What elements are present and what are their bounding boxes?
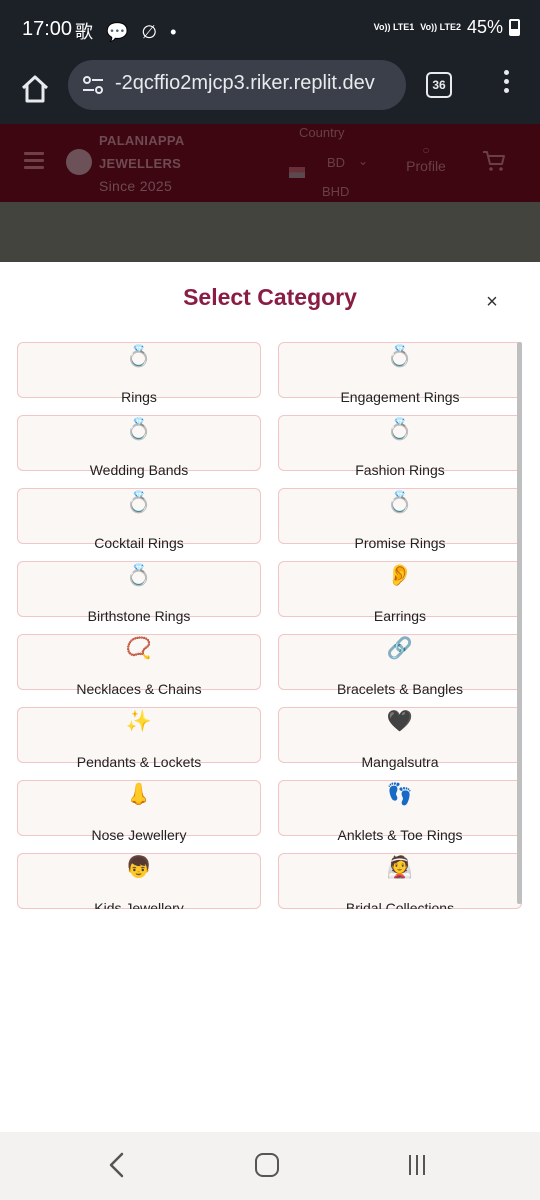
category-label: Cocktail Rings <box>94 535 184 551</box>
profile-button[interactable]: ○ Profile <box>404 142 448 174</box>
category-modal: Select Category × 💍 Rings 💍 Engagement R… <box>0 262 540 1132</box>
home-nav-icon[interactable] <box>255 1153 279 1177</box>
currency-code: BHD <box>322 184 350 199</box>
url-field[interactable]: -2qcffio2mjcp3.riker.replit.dev <box>68 60 406 110</box>
category-label: Kids Jewellery <box>94 900 184 909</box>
cart-icon[interactable] <box>482 150 506 172</box>
category-label: Fashion Rings <box>355 462 445 478</box>
ear-icon: 👂 <box>386 564 414 587</box>
category-label: Pendants & Lockets <box>76 754 202 770</box>
system-nav-bar <box>0 1132 540 1200</box>
category-label: Birthstone Rings <box>87 608 191 624</box>
hamburger-menu-icon[interactable] <box>24 152 44 170</box>
ring-icon: 💍 <box>125 564 153 587</box>
ring-icon: 💍 <box>125 491 153 514</box>
notification-icons: 歌 💬 ∅ • <box>75 22 181 42</box>
browser-toolbar: -2qcffio2mjcp3.riker.replit.dev 36 <box>0 60 540 124</box>
battery-icon <box>509 19 520 36</box>
url-text: -2qcffio2mjcp3.riker.replit.dev <box>115 72 375 94</box>
category-label: Bridal Collections <box>345 900 455 909</box>
brand-logo[interactable] <box>66 149 92 175</box>
category-kids-jewellery[interactable]: 👦 Kids Jewellery <box>17 853 261 909</box>
home-icon[interactable] <box>18 72 52 106</box>
boy-icon: 👦 <box>125 856 153 879</box>
category-label: Necklaces & Chains <box>76 681 202 697</box>
user-icon: ○ <box>422 143 430 157</box>
footprints-icon: 👣 <box>386 783 414 806</box>
bride-icon: 👰 <box>386 856 414 879</box>
status-bar: 17:00 歌 💬 ∅ • Vo)) LTE1 Vo)) LTE2 45% <box>0 0 540 60</box>
category-label: Nose Jewellery <box>91 827 187 843</box>
ring-icon: 💍 <box>125 418 153 441</box>
country-select[interactable]: BD <box>327 155 345 170</box>
category-earrings[interactable]: 👂 Earrings <box>278 561 522 624</box>
category-wedding-bands[interactable]: 💍 Wedding Bands <box>17 415 261 478</box>
country-label: Country <box>299 125 345 140</box>
status-time: 17:00 <box>22 18 73 40</box>
battery-percent: 45% <box>466 17 503 37</box>
category-birthstone-rings[interactable]: 💍 Birthstone Rings <box>17 561 261 624</box>
category-label: Mangalsutra <box>361 754 439 770</box>
category-fashion-rings[interactable]: 💍 Fashion Rings <box>278 415 522 478</box>
tab-switcher-button[interactable]: 36 <box>426 72 452 98</box>
category-bracelets-bangles[interactable]: 🔗 Bracelets & Bangles <box>278 634 522 697</box>
category-label: Engagement Rings <box>340 389 460 405</box>
site-settings-icon[interactable] <box>82 75 104 95</box>
brand-name[interactable]: PALANIAPPA JEWELLERS Since 2025 <box>99 129 185 198</box>
modal-backdrop[interactable] <box>0 202 540 262</box>
beads-icon: 📿 <box>125 637 153 660</box>
category-label: Bracelets & Bangles <box>336 681 464 697</box>
back-icon[interactable] <box>106 1152 128 1178</box>
site-header: PALANIAPPA JEWELLERS Since 2025 Country … <box>0 124 540 202</box>
sim1-signal-icon: Vo)) LTE1 <box>373 22 415 32</box>
category-necklaces-chains[interactable]: 📿 Necklaces & Chains <box>17 634 261 697</box>
category-mangalsutra[interactable]: 🖤 Mangalsutra <box>278 707 522 770</box>
ring-icon: 💍 <box>386 418 414 441</box>
category-label: Anklets & Toe Rings <box>337 827 463 843</box>
category-label: Earrings <box>373 608 427 624</box>
category-promise-rings[interactable]: 💍 Promise Rings <box>278 488 522 551</box>
category-cocktail-rings[interactable]: 💍 Cocktail Rings <box>17 488 261 551</box>
status-right: Vo)) LTE1 Vo)) LTE2 45% <box>374 17 520 38</box>
ring-icon: 💍 <box>125 345 153 368</box>
category-nose-jewellery[interactable]: 👃 Nose Jewellery <box>17 780 261 843</box>
brand-line2: JEWELLERS <box>99 156 182 171</box>
browser-menu-icon[interactable] <box>498 70 514 100</box>
category-pendants-lockets[interactable]: ✨ Pendants & Lockets <box>17 707 261 770</box>
sparkles-icon: ✨ <box>125 710 153 733</box>
profile-label: Profile <box>406 158 446 174</box>
ring-icon: 💍 <box>386 345 414 368</box>
black-heart-icon: 🖤 <box>386 710 414 733</box>
ring-icon: 💍 <box>386 491 414 514</box>
recents-icon[interactable] <box>409 1155 431 1175</box>
category-engagement-rings[interactable]: 💍 Engagement Rings <box>278 342 522 405</box>
modal-title: Select Category <box>183 284 357 310</box>
category-label: Rings <box>121 389 157 405</box>
category-scrollbar[interactable] <box>517 342 522 904</box>
category-grid: 💍 Rings 💍 Engagement Rings 💍 Wedding Ban… <box>17 342 522 909</box>
sim2-signal-icon: Vo)) LTE2 <box>420 22 461 32</box>
category-anklets-toe-rings[interactable]: 👣 Anklets & Toe Rings <box>278 780 522 843</box>
brand-since: Since 2025 <box>99 178 173 194</box>
close-icon[interactable]: × <box>482 292 502 312</box>
category-label: Promise Rings <box>354 535 446 551</box>
chevron-down-icon[interactable]: ⌄ <box>358 154 368 168</box>
nose-icon: 👃 <box>125 783 153 806</box>
link-icon: 🔗 <box>386 637 414 660</box>
category-label: Wedding Bands <box>89 462 189 478</box>
flag-icon <box>289 167 305 178</box>
category-rings[interactable]: 💍 Rings <box>17 342 261 405</box>
category-bridal-collections[interactable]: 👰 Bridal Collections <box>278 853 522 909</box>
brand-line1: PALANIAPPA <box>99 133 185 148</box>
